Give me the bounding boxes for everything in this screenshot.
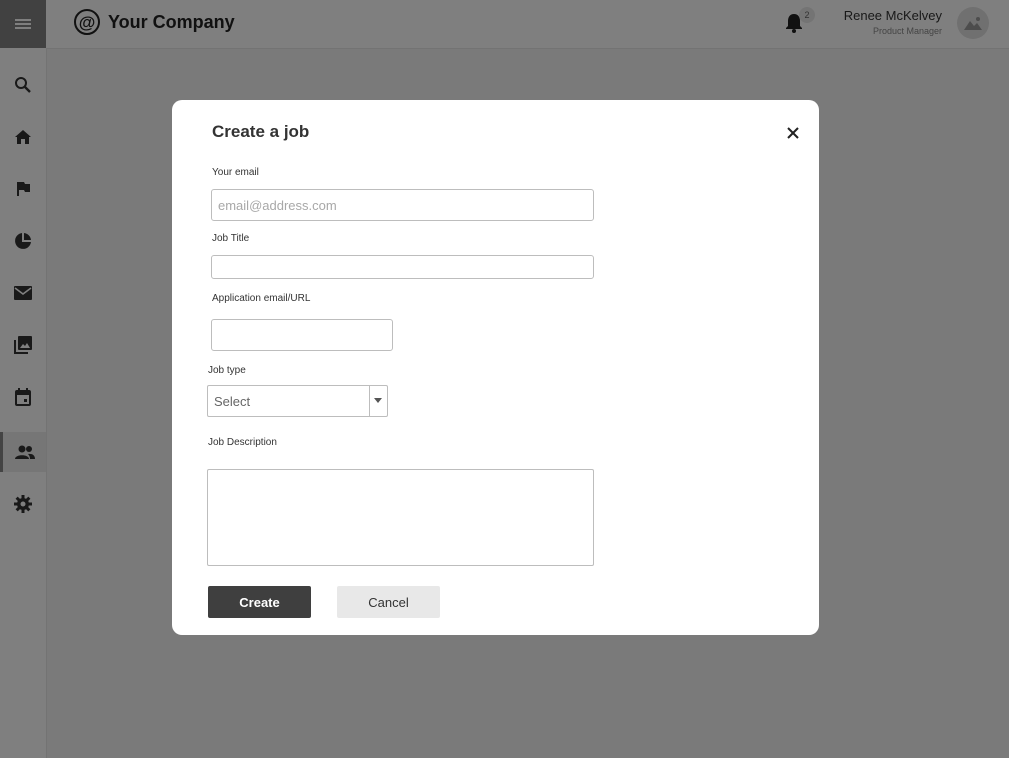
cancel-button[interactable]: Cancel bbox=[337, 586, 440, 618]
chevron-down-icon bbox=[374, 398, 382, 403]
application-label: Application email/URL bbox=[212, 293, 311, 304]
create-job-dialog: Create a job Your email Job Title Applic… bbox=[172, 100, 819, 635]
job-title-label: Job Title bbox=[212, 233, 250, 244]
description-label: Job Description bbox=[208, 437, 277, 448]
job-title-field[interactable] bbox=[211, 255, 594, 279]
application-field[interactable] bbox=[211, 319, 393, 351]
dialog-title: Create a job bbox=[212, 122, 310, 141]
description-field[interactable] bbox=[207, 469, 594, 566]
email-field[interactable] bbox=[211, 189, 594, 221]
job-type-value: Select bbox=[214, 394, 251, 409]
select-divider bbox=[369, 386, 370, 416]
email-label: Your email bbox=[212, 167, 259, 178]
create-button[interactable]: Create bbox=[208, 586, 311, 618]
job-type-label: Job type bbox=[208, 365, 246, 376]
close-icon[interactable] bbox=[783, 123, 803, 143]
job-type-select[interactable]: Select bbox=[207, 385, 388, 417]
